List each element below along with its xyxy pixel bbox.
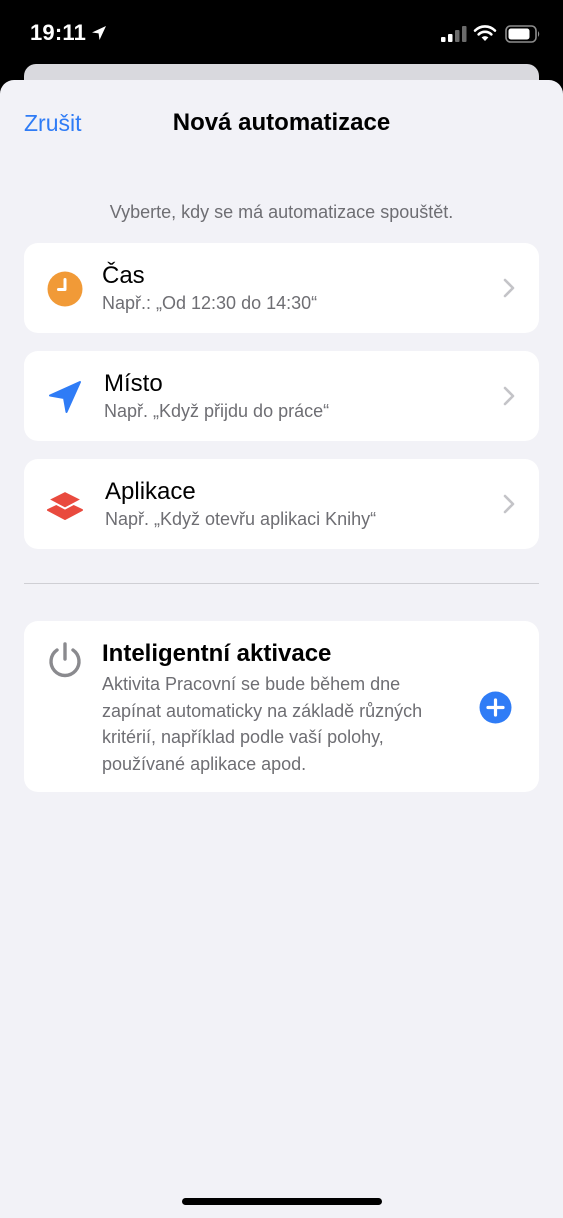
status-time: 19:11 — [30, 20, 87, 45]
app-stack-icon — [47, 490, 83, 520]
smart-activation-description: Aktivita Pracovní se bude během dne zapí… — [102, 674, 423, 774]
home-indicator[interactable] — [182, 1198, 382, 1205]
trigger-prompt: Vyberte, kdy se má automatizace spouštět… — [109, 202, 454, 222]
clock-icon — [47, 271, 83, 307]
trigger-title: Čas — [102, 262, 145, 289]
trigger-subtitle: Např. „Když otevřu aplikaci Knihy“ — [105, 509, 377, 529]
section-divider — [24, 583, 539, 584]
trigger-title: Místo — [104, 370, 163, 397]
location-arrow-icon — [49, 381, 81, 413]
new-automation-sheet: Zrušit Nová automatizace Vyberte, kdy se… — [0, 80, 563, 1218]
trigger-app[interactable]: Aplikace Např. „Když otevřu aplikaci Kni… — [24, 459, 539, 549]
wifi-icon — [473, 25, 497, 41]
chevron-right-icon — [503, 278, 515, 298]
trigger-subtitle: Např.: „Od 12:30 do 14:30“ — [102, 293, 318, 313]
smart-activation-card: Inteligentní aktivace Aktivita Pracovní … — [24, 621, 539, 792]
trigger-subtitle: Např. „Když přijdu do práce“ — [104, 401, 330, 421]
trigger-title: Aplikace — [105, 478, 196, 505]
plus-circle-icon[interactable] — [479, 691, 512, 724]
cellular-signal-icon — [441, 26, 467, 42]
status-bar: 19:11 — [0, 0, 563, 70]
power-icon — [49, 642, 81, 678]
trigger-location[interactable]: Místo Např. „Když přijdu do práce“ — [24, 351, 539, 441]
page-title: Nová automatizace — [172, 109, 391, 136]
chevron-right-icon — [503, 386, 515, 406]
smart-activation-title: Inteligentní aktivace — [102, 640, 332, 667]
location-arrow-icon — [92, 26, 106, 40]
chevron-right-icon — [503, 494, 515, 514]
trigger-time[interactable]: Čas Např.: „Od 12:30 do 14:30“ — [24, 243, 539, 333]
battery-icon — [505, 25, 540, 43]
